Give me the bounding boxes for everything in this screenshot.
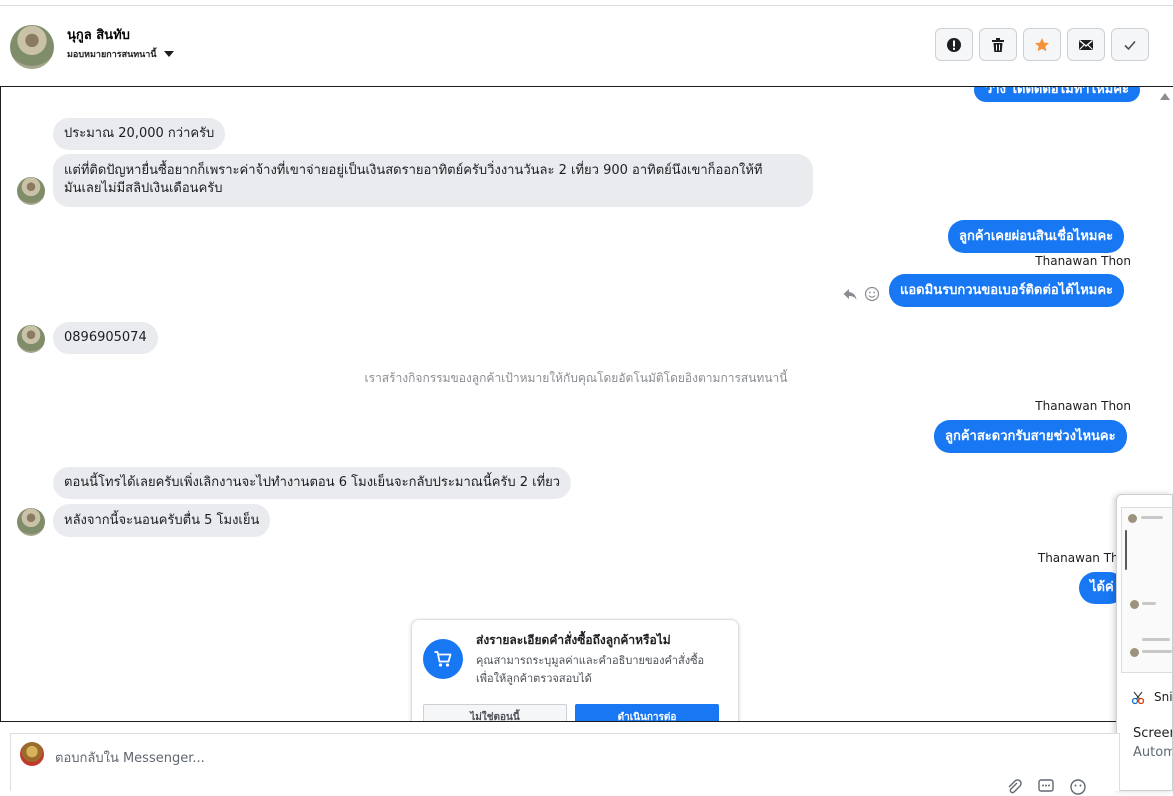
thumbnail-line [1142,602,1156,605]
trash-icon [992,37,1004,52]
page-avatar [20,742,44,766]
thumbnail-avatar [1130,600,1139,609]
assign-label: มอบหมายการสนทนานี้ [67,50,157,60]
emoji-icon[interactable] [1069,778,1087,796]
assign-conversation-dropdown[interactable]: มอบหมายการสนทนานี้ [67,47,174,61]
message-line: มันเลยไม่มีสลิปเงินเดือนครับ [64,181,223,196]
outgoing-message: ลูกค้าเคยผ่อนสินเชื่อไหมคะ [948,220,1125,253]
toast-subtitle: Autom [1133,745,1173,760]
snipping-tool-icon [1131,691,1145,705]
outgoing-message-partial: ว่าง ได้ติดต่อไม่ทำไหมคะ [974,87,1140,102]
sender-name: Thanawan Thon [1035,254,1131,268]
reply-input[interactable]: ตอบกลับใน Messenger... [55,747,205,768]
conversation-header: นุกูล สินทับ มอบหมายการสนทนานี้ [0,7,1173,85]
system-note: เราสร้างกิจกรรมของลูกค้าเป้าหมายให้กับคุ… [364,371,788,385]
thumbnail-avatar [1130,648,1139,657]
check-icon [1124,40,1136,50]
reply-composer: ตอบกลับใน Messenger... [10,733,1120,795]
attachment-icon[interactable] [1005,778,1023,796]
thumbnail-line [1142,638,1170,641]
snip-screenshot-popup[interactable]: Sni Screen Autom [1116,494,1173,791]
message-thread[interactable]: ว่าง ได้ติดต่อไม่ทำไหมคะ ประมาณ 20,000 ก… [0,86,1173,722]
incoming-message: ตอนนี้โทรได้เลยครับเพิ่งเลิกงานจะไปทำงาน… [53,467,572,499]
snip-app-label: Sni [1154,690,1173,704]
incoming-message: 0896905074 [53,322,158,354]
caret-down-icon [163,51,174,57]
outgoing-message: แอดมินรบกวนขอเบอร์ติดต่อได้ไหมคะ [889,274,1125,307]
prompt-title: ส่งรายละเอียดคำสั่งซื้อถึงลูกค้าหรือไม่ [476,633,671,647]
prompt-body-line: เพื่อให้ลูกค้าตรวจสอบได้ [476,672,592,685]
delete-button[interactable] [979,28,1017,61]
outgoing-message: ลูกค้าสะดวกรับสายช่วงไหนคะ [934,420,1127,453]
contact-avatar[interactable] [10,25,54,69]
order-details-prompt: ส่งรายละเอียดคำสั่งซื้อถึงลูกค้าหรือไม่ … [411,619,739,721]
exclamation-circle-icon [947,37,961,52]
thumbnail-avatar [1128,514,1137,523]
done-button[interactable] [1111,28,1149,61]
shopping-cart-icon [423,639,463,679]
sender-name: Thanawan Tho [1037,551,1126,565]
scroll-up-arrow-icon[interactable] [1160,93,1170,100]
reply-icon[interactable] [842,286,858,302]
contact-name[interactable]: นุกูล สินทับ [67,24,130,45]
sender-name: Thanawan Thon [1035,399,1131,413]
contact-avatar-small [17,177,45,205]
not-now-button[interactable]: ไม่ใช่ตอนนี้ [423,704,567,721]
incoming-message: หลังจากนี้จะนอนครับตื่น 5 โมงเย็น [53,504,271,537]
thumbnail-line [1141,516,1163,519]
composer-tools [1005,778,1087,796]
star-icon [1035,37,1049,51]
react-emoji-icon[interactable] [864,286,880,302]
envelope-icon [1079,39,1093,50]
incoming-message-multiline: แต่ที่ติดปัญหายื่นซื้อยากก็เพราะค่าจ้างท… [53,154,813,207]
conversation-actions [935,28,1149,61]
star-button[interactable] [1023,28,1061,61]
prompt-body-line: คุณสามารถระบุมูลค่าและคำอธิบายของคำสั่งซ… [476,654,705,667]
saved-replies-icon[interactable] [1037,778,1055,796]
continue-button[interactable]: ดำเนินการต่อ [575,704,719,721]
toast-title: Screen [1133,726,1172,741]
spam-button[interactable] [935,28,973,61]
incoming-message: ประมาณ 20,000 กว่าครับ [53,118,226,150]
thumbnail-line [1142,650,1172,653]
contact-avatar-small [17,325,45,353]
contact-avatar-small [17,508,45,536]
screenshot-thumbnail[interactable] [1121,507,1172,673]
thumbnail-scrollbar [1125,530,1127,570]
top-border [0,0,1173,6]
message-actions [842,286,880,302]
prompt-body: คุณสามารถระบุมูลค่าและคำอธิบายของคำสั่งซ… [476,652,726,688]
mark-unread-button[interactable] [1067,28,1105,61]
message-line: แต่ที่ติดปัญหายื่นซื้อยากก็เพราะค่าจ้างท… [64,163,763,178]
